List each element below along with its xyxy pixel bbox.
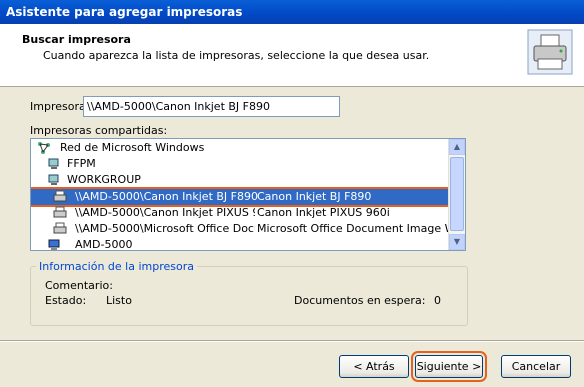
window-titlebar: Asistente para agregar impresoras bbox=[0, 0, 584, 24]
workgroup-icon bbox=[48, 174, 59, 185]
list-item-network[interactable]: Red de Microsoft Windows bbox=[37, 140, 457, 156]
network-icon bbox=[38, 142, 50, 154]
scroll-thumb[interactable] bbox=[450, 157, 464, 231]
workgroup-icon bbox=[48, 158, 59, 169]
printer-info-legend: Información de la impresora bbox=[36, 260, 197, 273]
printer-icon bbox=[53, 190, 67, 202]
wizard-header: Buscar impresora Cuando aparezca la list… bbox=[0, 24, 584, 87]
list-item-printer-bjf890[interactable]: \\AMD-5000\Canon Inkjet BJ F890 Canon In… bbox=[31, 187, 451, 207]
list-item-comment: Microsoft Office Document Image Writ bbox=[257, 222, 449, 235]
scroll-down-button[interactable]: ▼ bbox=[449, 234, 465, 250]
back-button[interactable]: < Atrás bbox=[339, 355, 409, 378]
printer-icon bbox=[53, 206, 67, 218]
cancel-button[interactable]: Cancelar bbox=[501, 355, 571, 378]
window-title: Asistente para agregar impresoras bbox=[6, 5, 243, 19]
queue-label: Documentos en espera: bbox=[294, 294, 426, 307]
list-item-ffpm[interactable]: FFPM bbox=[47, 156, 457, 172]
printer-icon bbox=[53, 222, 67, 234]
list-item-label: \\AMD-5000\Canon Inkjet PIXUS 960i bbox=[75, 206, 255, 219]
queue-value: 0 bbox=[434, 294, 441, 307]
list-item-computer[interactable]: AMD-5000 bbox=[47, 237, 447, 251]
list-item-printer-pixus[interactable]: \\AMD-5000\Canon Inkjet PIXUS 960i Canon… bbox=[31, 205, 449, 221]
list-item-label: \\AMD-5000\Canon Inkjet BJ F890 bbox=[75, 190, 258, 203]
comment-label: Comentario: bbox=[45, 279, 113, 292]
list-item-label: FFPM bbox=[67, 157, 96, 170]
list-item-label: AMD-5000 bbox=[75, 238, 133, 251]
scroll-up-button[interactable]: ▲ bbox=[449, 139, 465, 155]
status-label: Estado: bbox=[45, 294, 87, 307]
printer-label: Impresora: bbox=[30, 100, 90, 113]
printer-icon bbox=[527, 29, 573, 75]
list-item-comment: Canon Inkjet BJ F890 bbox=[257, 190, 372, 203]
list-item-label: Red de Microsoft Windows bbox=[60, 141, 205, 154]
button-separator bbox=[0, 340, 584, 342]
list-item-label: WORKGROUP bbox=[67, 173, 141, 186]
list-item-comment: Canon Inkjet PIXUS 960i bbox=[257, 206, 390, 219]
header-title: Buscar impresora bbox=[22, 33, 131, 46]
shared-printers-list[interactable]: Red de Microsoft Windows FFPM WORKGROUP … bbox=[30, 138, 466, 251]
next-button[interactable]: Siguiente > bbox=[411, 351, 487, 382]
printer-path-input[interactable]: \\AMD-5000\Canon Inkjet BJ F890 bbox=[83, 96, 340, 117]
list-item-label: \\AMD-5000\Microsoft Office Document Ima… bbox=[75, 222, 255, 235]
list-item-workgroup[interactable]: WORKGROUP bbox=[47, 172, 457, 188]
computer-icon bbox=[48, 239, 60, 250]
list-scrollbar[interactable]: ▲ ▼ bbox=[448, 139, 465, 250]
status-value: Listo bbox=[106, 294, 132, 307]
shared-printers-label: Impresoras compartidas: bbox=[30, 124, 168, 137]
list-item-printer-msoffice[interactable]: \\AMD-5000\Microsoft Office Document Ima… bbox=[31, 221, 449, 237]
header-subtitle: Cuando aparezca la lista de impresoras, … bbox=[43, 49, 430, 62]
